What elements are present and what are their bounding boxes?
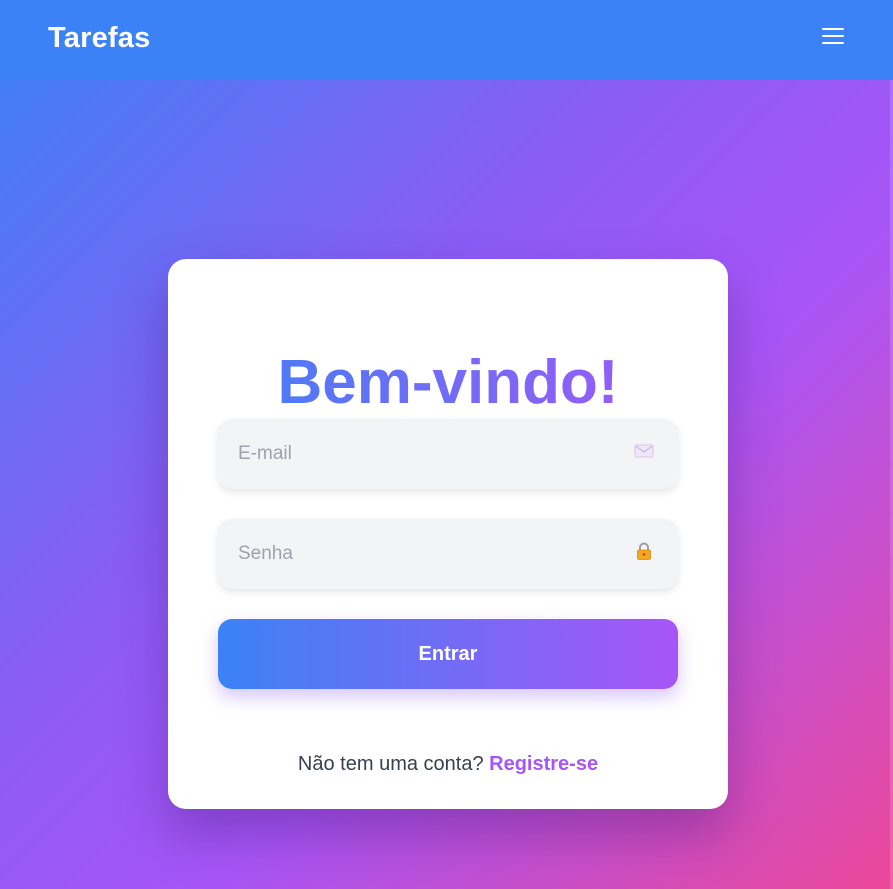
menu-button[interactable] [818, 24, 848, 50]
hamburger-menu-icon-bar [822, 42, 844, 44]
register-prompt-text: Não tem uma conta? [297, 753, 484, 775]
email-field[interactable] [218, 419, 618, 489]
envelope-icon [634, 444, 654, 458]
brand-title[interactable]: Tarefas [48, 22, 150, 55]
register-prompt: Não tem uma conta? Registre-se [168, 753, 728, 776]
lock-icon [637, 542, 651, 560]
top-navbar: Tarefas [0, 0, 893, 80]
password-field-wrapper [218, 519, 678, 589]
login-button[interactable]: Entrar [218, 619, 678, 689]
register-link[interactable]: Registre-se [489, 753, 598, 775]
email-field-wrapper [218, 419, 678, 489]
login-card: Bem-vindo! Entrar Não tem uma conta? Reg… [168, 259, 728, 809]
welcome-title: Bem-vindo! [168, 345, 728, 421]
hamburger-menu-icon-bar [822, 35, 844, 37]
password-field[interactable] [218, 519, 618, 589]
hamburger-menu-icon [822, 28, 844, 30]
